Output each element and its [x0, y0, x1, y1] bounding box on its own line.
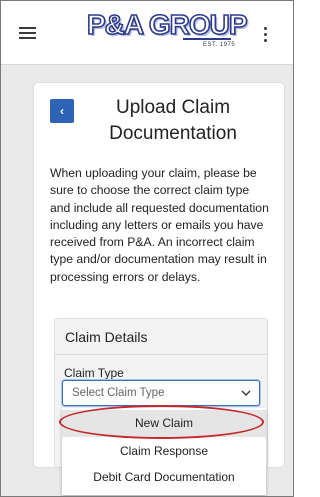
kebab-menu-icon[interactable]	[263, 25, 269, 43]
claim-type-label: Claim Type	[64, 366, 124, 380]
brand-logo[interactable]: P&A GROUP EST. 1975	[86, 7, 248, 59]
annotation-highlight-ring	[59, 405, 264, 439]
claim-type-placeholder: Select Claim Type	[72, 387, 165, 399]
logo-established: EST. 1975	[203, 42, 236, 48]
logo-underline	[183, 38, 231, 40]
instructions-text: When uploading your claim, please be sur…	[50, 166, 269, 284]
option-debit-card-documentation[interactable]: Debit Card Documentation	[62, 464, 266, 491]
option-claim-response[interactable]: Claim Response	[62, 438, 266, 465]
page-title: Upload Claim Documentation	[109, 97, 237, 144]
hamburger-menu-icon[interactable]	[19, 27, 36, 40]
claim-type-select[interactable]: Select Claim Type	[62, 380, 260, 406]
logo-wordmark: P&A GROUP	[86, 8, 248, 41]
claim-details-heading: Claim Details	[55, 319, 267, 355]
top-app-bar: P&A GROUP EST. 1975	[1, 1, 293, 65]
back-button[interactable]: ‹	[50, 99, 74, 123]
chevron-down-icon	[241, 390, 251, 396]
app-frame: P&A GROUP EST. 1975 ‹ Upload Claim Docum…	[0, 0, 294, 497]
